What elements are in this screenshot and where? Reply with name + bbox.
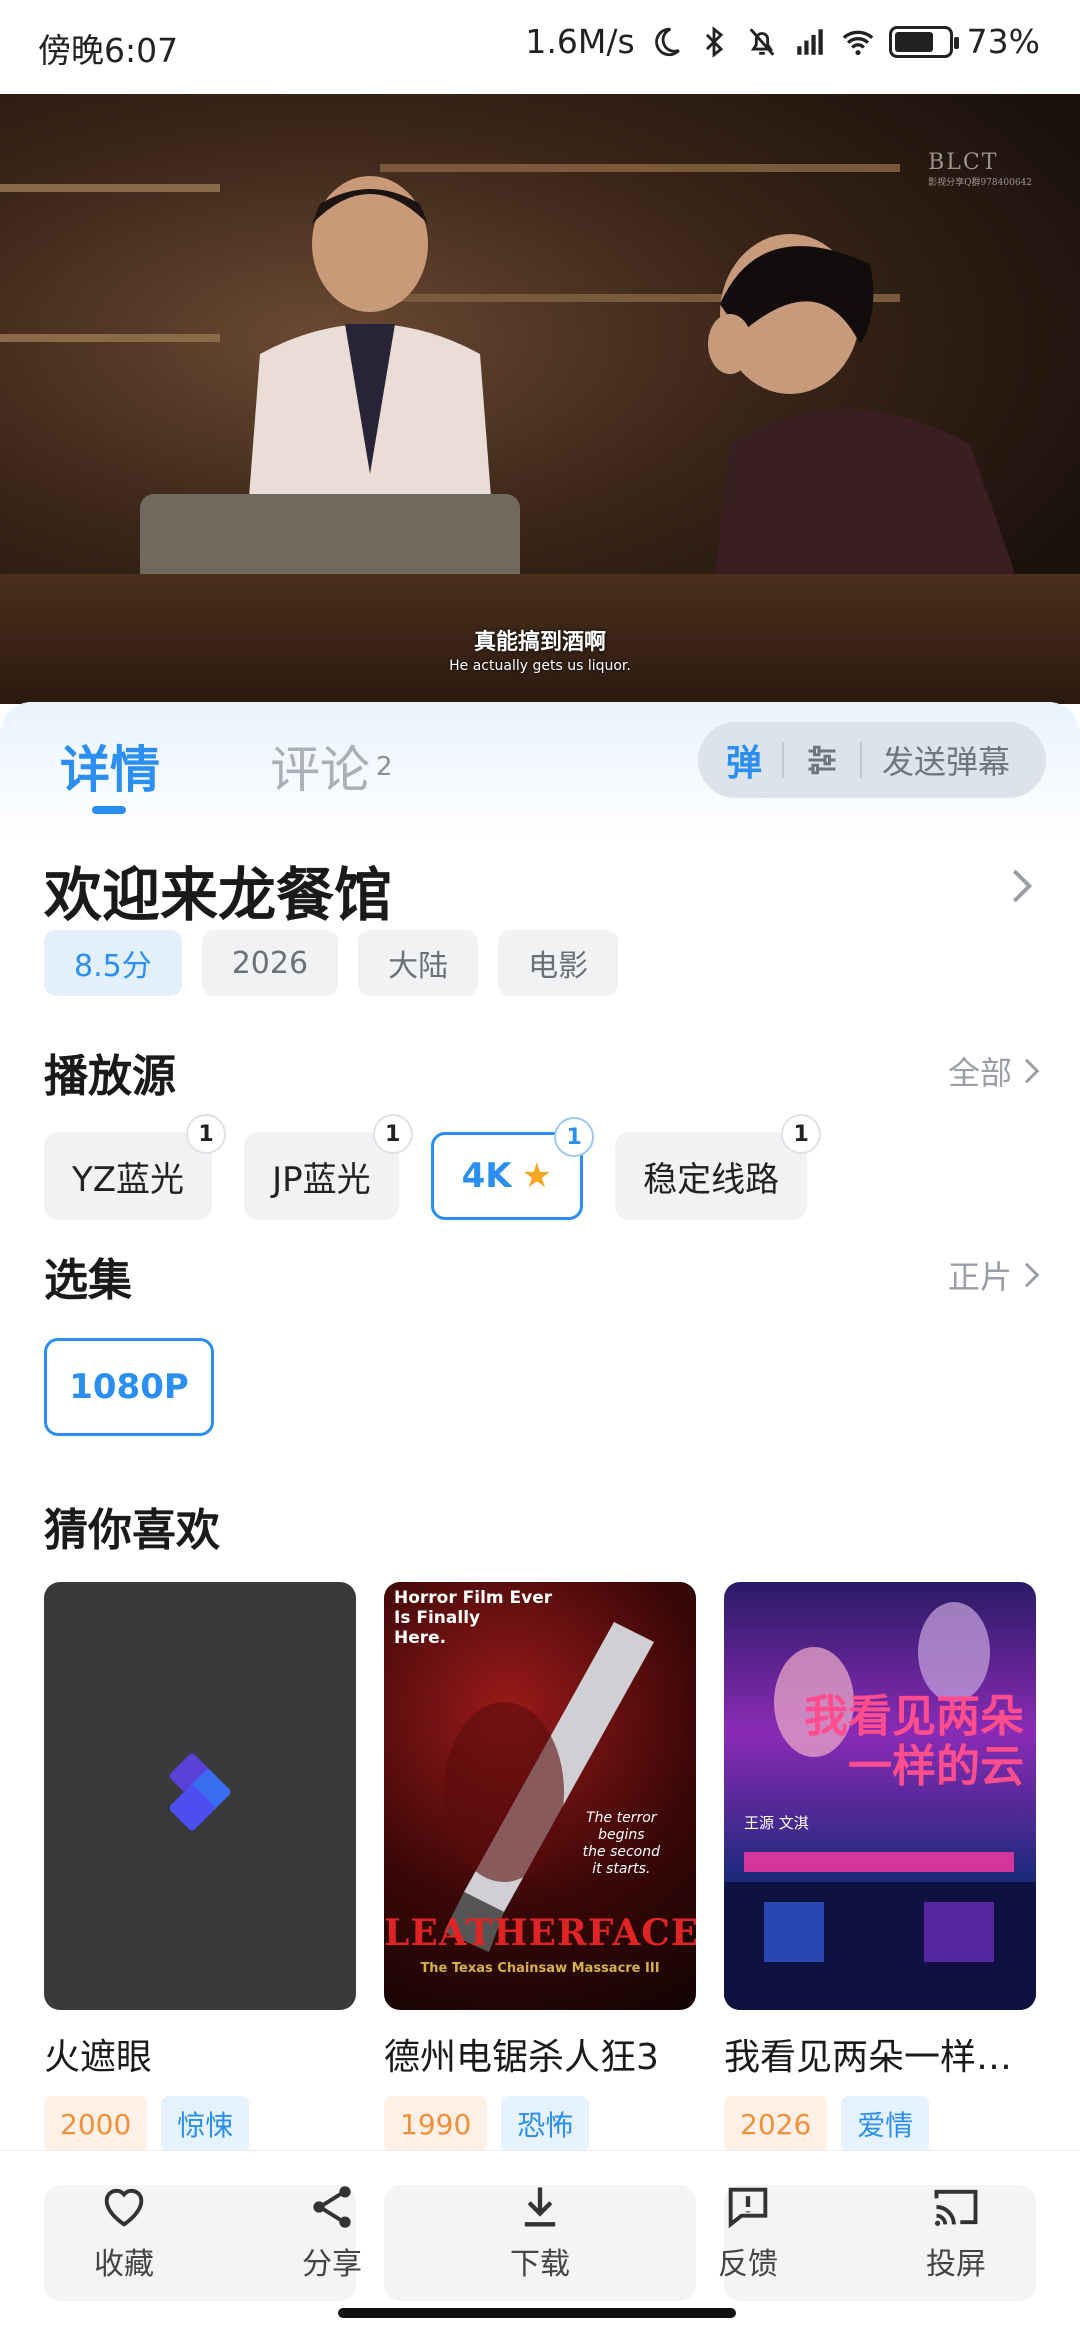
share-label: 分享: [302, 2247, 362, 2282]
battery-icon: [888, 25, 959, 58]
count-badge: 1: [372, 1114, 413, 1154]
region-tag: 大陆: [358, 930, 479, 996]
poster-title: LEATHERFACE: [384, 1912, 696, 1954]
source-4k[interactable]: 4K ★ 1: [430, 1117, 595, 1220]
status-time: 傍晚6:07: [38, 31, 179, 70]
poster-tagline-top: Horror Film Ever Is Finally Here.: [394, 1588, 553, 1648]
share-icon: [313, 2186, 351, 2228]
genre-tag: 恐怖: [501, 2096, 590, 2152]
status-bar: 傍晚6:07 1.6M/s 73%: [0, 0, 1080, 94]
movie-title-row[interactable]: 欢迎来龙餐馆: [44, 848, 1050, 929]
chevron-right-icon: [1024, 1262, 1040, 1288]
feedback-button[interactable]: 反馈: [688, 2181, 808, 2283]
net-speed: 1.6M/s: [525, 22, 635, 61]
download-button[interactable]: 下载: [480, 2181, 600, 2283]
detail-sheet: 详情 评论 2 弹 发送弹幕 欢迎来龙餐馆 8.5分 2026 大陆 电影 播放…: [0, 702, 1080, 2162]
year-tag: 1990: [384, 2096, 488, 2152]
video-player[interactable]: BLCT 影视分享Q群978400642 真能搞到酒啊 He actually …: [0, 94, 1080, 704]
episodes-more-link[interactable]: 正片: [948, 1252, 1042, 1298]
recommend-card[interactable]: Horror Film Ever Is Finally Here. The te…: [384, 1582, 696, 2152]
poster-placeholder: [44, 1582, 356, 2010]
battery-percent: 73%: [966, 22, 1040, 61]
favorite-label: 收藏: [94, 2247, 154, 2282]
feedback-label: 反馈: [718, 2247, 778, 2282]
video-watermark: BLCT 影视分享Q群978400642: [928, 150, 1032, 188]
poster-title: 我看见两朵 一样的云: [804, 1691, 1024, 1792]
danmaku-toggle-button[interactable]: 弹: [726, 734, 762, 786]
recommend-title: 猜你喜欢: [44, 1505, 220, 1556]
poster-image: 我看见两朵 一样的云 王源 文淇: [724, 1582, 1036, 2010]
signal-icon: [793, 25, 827, 59]
download-label: 下载: [510, 2247, 570, 2282]
home-indicator[interactable]: [338, 2308, 736, 2318]
genre-tag: 惊悚: [161, 2096, 250, 2152]
recommend-card[interactable]: 火遮眼 2000 惊悚: [44, 1582, 356, 2152]
count-badge: 1: [781, 1114, 822, 1154]
recommend-title: 我看见两朵一样的云: [724, 2037, 1036, 2078]
download-icon: [524, 2187, 556, 2227]
cast-label: 投屏: [926, 2247, 986, 2282]
source-list: YZ蓝光 1 JP蓝光 1 4K ★ 1 稳定线路 1: [44, 1114, 822, 1220]
tab-indicator: [92, 806, 126, 814]
recommend-card[interactable]: 我看见两朵 一样的云 王源 文淇 我看见两朵一样的云 2026 爱情: [724, 1582, 1036, 2152]
episodes-title: 选集: [44, 1255, 132, 1306]
star-icon: ★: [521, 1156, 553, 1196]
count-badge: 1: [186, 1114, 227, 1154]
video-frame: [0, 94, 1080, 704]
feedback-icon: [728, 2187, 768, 2229]
heart-icon: [104, 2188, 144, 2227]
tab-comment[interactable]: 评论: [270, 730, 370, 802]
movie-title: 欢迎来龙餐馆: [44, 861, 393, 929]
subtitle-english: He actually gets us liquor.: [449, 658, 631, 674]
poster-subtitle: The Texas Chainsaw Massacre III: [420, 1961, 660, 1976]
year-tag: 2000: [44, 2096, 148, 2152]
divider: [782, 742, 785, 778]
status-icons: 1.6M/s 73%: [525, 22, 1040, 61]
count-badge: 1: [554, 1117, 595, 1157]
cast-icon: [934, 2189, 978, 2226]
cast-button[interactable]: 投屏: [896, 2181, 1016, 2283]
genre-tag: 爱情: [841, 2096, 930, 2152]
send-danmaku-button[interactable]: 发送弹幕: [882, 737, 1010, 783]
year-tag: 2026: [201, 930, 339, 996]
recommend-title: 德州电锯杀人狂3: [384, 2037, 659, 2078]
comment-count: 2: [376, 752, 393, 782]
video-subtitle: 真能搞到酒啊 He actually gets us liquor.: [0, 624, 1080, 674]
sources-all-label: 全部: [947, 1054, 1012, 1092]
tab-detail[interactable]: 详情: [60, 730, 160, 802]
source-yz[interactable]: YZ蓝光 1: [44, 1114, 227, 1220]
type-tag: 电影: [498, 930, 619, 996]
poster-image: Horror Film Ever Is Finally Here. The te…: [384, 1582, 696, 2010]
chevron-right-icon: [1024, 1058, 1040, 1084]
sources-title: 播放源: [44, 1051, 176, 1102]
mute-icon: [745, 25, 779, 59]
app-logo-icon: [169, 1753, 231, 1831]
wifi-icon: [841, 25, 875, 59]
share-button[interactable]: 分享: [272, 2181, 392, 2283]
danmaku-settings-icon[interactable]: [804, 742, 840, 778]
recommend-title: 火遮眼: [44, 2037, 153, 2078]
source-stable[interactable]: 稳定线路 1: [615, 1114, 822, 1220]
danmaku-bar: 弹 发送弹幕: [698, 722, 1046, 798]
year-tag: 2026: [724, 2096, 828, 2152]
score-tag: 8.5分: [44, 930, 182, 996]
source-jp[interactable]: JP蓝光 1: [244, 1114, 413, 1220]
favorite-button[interactable]: 收藏: [64, 2181, 184, 2283]
bluetooth-icon: [697, 25, 731, 59]
poster-cast: 王源 文淇: [744, 1814, 809, 1832]
episode-1080p[interactable]: 1080P: [44, 1338, 214, 1436]
sources-all-link[interactable]: 全部: [948, 1048, 1042, 1094]
moon-icon: [649, 25, 683, 59]
poster-tagline: The terror begins the second it starts.: [582, 1810, 660, 1877]
divider: [860, 742, 863, 778]
episodes-more-label: 正片: [947, 1258, 1012, 1296]
chevron-right-icon: [1012, 869, 1033, 903]
movie-tags: 8.5分 2026 大陆 电影: [44, 930, 619, 996]
subtitle-chinese: 真能搞到酒啊: [473, 630, 606, 655]
